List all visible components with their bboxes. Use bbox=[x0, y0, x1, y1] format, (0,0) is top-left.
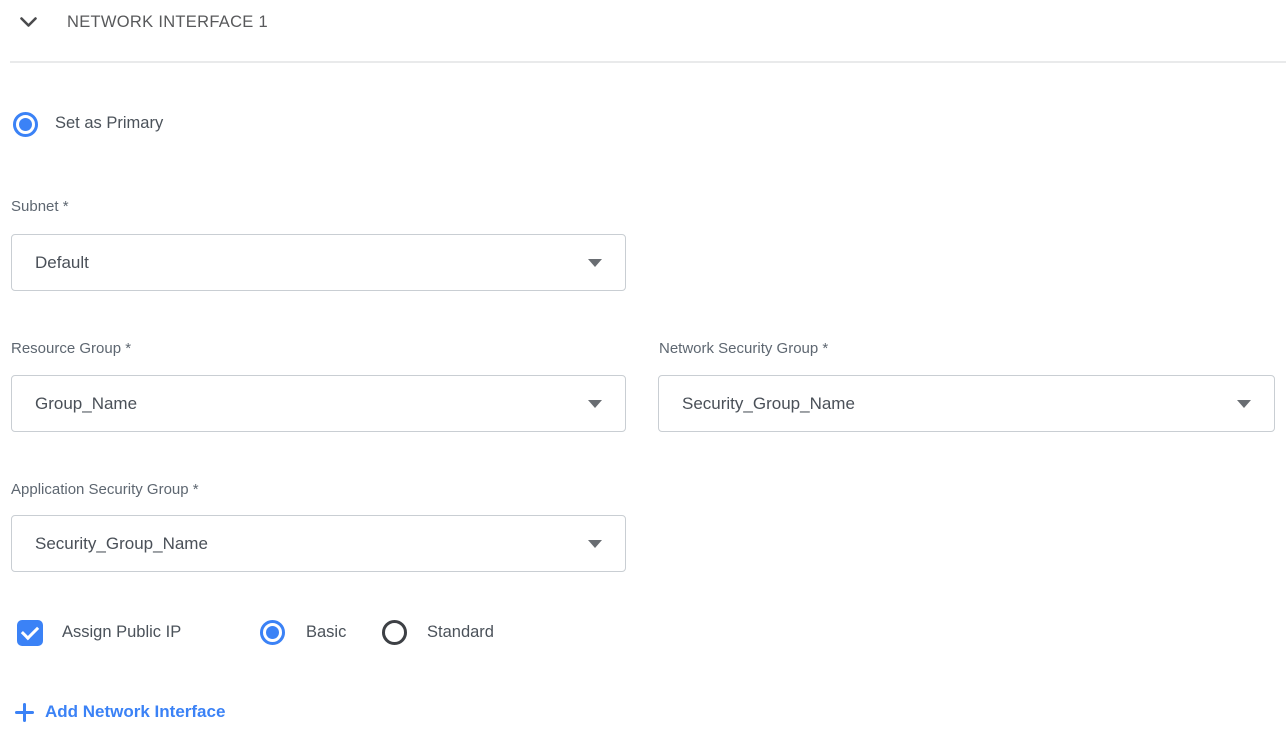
application-security-group-value: Security_Group_Name bbox=[35, 534, 208, 554]
set-as-primary-label: Set as Primary bbox=[55, 114, 163, 133]
dropdown-caret-icon bbox=[588, 259, 602, 267]
section-title: NETWORK INTERFACE 1 bbox=[67, 13, 268, 32]
chevron-down-icon bbox=[20, 17, 37, 28]
ip-sku-basic-radio[interactable] bbox=[260, 620, 285, 645]
section-divider bbox=[10, 61, 1286, 63]
dropdown-caret-icon bbox=[1237, 400, 1251, 408]
ip-sku-basic-label: Basic bbox=[306, 623, 346, 642]
resource-group-select[interactable]: Group_Name bbox=[11, 375, 626, 432]
dropdown-caret-icon bbox=[588, 400, 602, 408]
ip-sku-standard-label: Standard bbox=[427, 623, 494, 642]
set-as-primary-radio[interactable] bbox=[13, 112, 38, 137]
subnet-label: Subnet * bbox=[11, 198, 69, 215]
network-security-group-label: Network Security Group * bbox=[659, 340, 828, 357]
plus-icon bbox=[15, 703, 34, 722]
network-interface-form: NETWORK INTERFACE 1 Set as Primary Subne… bbox=[0, 0, 1286, 752]
application-security-group-label: Application Security Group * bbox=[11, 481, 199, 498]
collapse-section-button[interactable] bbox=[16, 12, 40, 32]
add-network-interface-label: Add Network Interface bbox=[45, 702, 225, 722]
assign-public-ip-label: Assign Public IP bbox=[62, 623, 181, 642]
add-network-interface-link[interactable]: Add Network Interface bbox=[15, 702, 225, 722]
network-security-group-value: Security_Group_Name bbox=[682, 394, 855, 414]
subnet-value: Default bbox=[35, 253, 89, 273]
resource-group-value: Group_Name bbox=[35, 394, 137, 414]
ip-sku-standard-radio[interactable] bbox=[382, 620, 407, 645]
resource-group-label: Resource Group * bbox=[11, 340, 131, 357]
network-security-group-select[interactable]: Security_Group_Name bbox=[658, 375, 1275, 432]
assign-public-ip-checkbox[interactable] bbox=[17, 620, 43, 646]
application-security-group-select[interactable]: Security_Group_Name bbox=[11, 515, 626, 572]
dropdown-caret-icon bbox=[588, 540, 602, 548]
subnet-select[interactable]: Default bbox=[11, 234, 626, 291]
